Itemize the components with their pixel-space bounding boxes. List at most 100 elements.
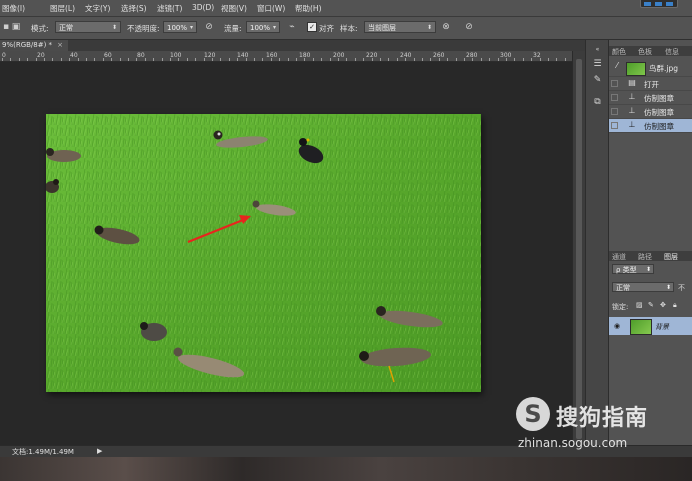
- ignore-adjustment-icon[interactable]: ⊗: [440, 21, 452, 33]
- brush-panel-icon[interactable]: ✎: [591, 74, 604, 86]
- document-tab-bar: 9%(RGB/8#) * ×: [0, 40, 585, 51]
- ruler-tick: [304, 58, 305, 61]
- lock-position-icon[interactable]: ✥: [660, 301, 666, 309]
- ruler-tick: [153, 58, 154, 61]
- ruler-label: 100: [170, 52, 182, 59]
- lock-brush-icon[interactable]: ✎: [648, 301, 654, 309]
- chevron-down-icon: ⬍: [645, 266, 651, 273]
- ruler-tick: [254, 58, 255, 61]
- history-checkbox[interactable]: [611, 122, 618, 129]
- pressure-opacity-icon[interactable]: ⊘: [203, 21, 215, 33]
- sogou-watermark: S 搜狗指南 zhinan.sogou.com: [514, 395, 686, 455]
- tab-info[interactable]: 信息: [665, 47, 679, 57]
- flow-input[interactable]: 100% ▾: [246, 21, 280, 33]
- ruler-tick: [86, 58, 87, 61]
- menu-item-window[interactable]: 窗口(W): [257, 3, 285, 14]
- snapshot-thumbnail: [626, 62, 646, 76]
- layer-row-background[interactable]: ◉ 背景: [609, 317, 692, 335]
- ruler-tick: [103, 58, 104, 61]
- pressure-size-icon[interactable]: ⊘: [463, 21, 475, 33]
- ruler-tick: [204, 58, 205, 61]
- opacity-input[interactable]: 100% ▾: [163, 21, 197, 33]
- history-item[interactable]: ▤ 打开: [609, 77, 692, 91]
- chevron-down-icon: ⬍: [665, 284, 671, 291]
- opacity-value: 100%: [167, 24, 188, 32]
- ruler-label: 40: [70, 52, 78, 59]
- canvas-area[interactable]: [0, 62, 572, 445]
- menu-item-filter[interactable]: 滤镜(T): [157, 3, 182, 14]
- right-panels: 颜色 色板 信息 ⁄ 鸟群.jpg ▤ 打开 ⊥ 仿制图章 ⊥ 仿制图章 ⊥ 仿…: [608, 40, 692, 445]
- tab-channels[interactable]: 通道: [612, 252, 626, 262]
- menu-item-view[interactable]: 视图(V): [221, 3, 247, 14]
- ruler-tick: [27, 58, 28, 61]
- ruler-tick: [338, 58, 339, 61]
- align-checkbox[interactable]: ✓: [307, 22, 317, 32]
- blend-mode-select[interactable]: 正常 ⬍: [612, 282, 674, 292]
- history-checkbox[interactable]: [611, 108, 618, 115]
- menu-item-layer[interactable]: 图层(L): [50, 3, 75, 14]
- stamp-icon: ⊥: [628, 120, 636, 129]
- ruler-tick: [514, 58, 515, 61]
- menu-item-type[interactable]: 文字(Y): [85, 3, 110, 14]
- collapse-icon[interactable]: «: [591, 44, 604, 56]
- tab-color[interactable]: 颜色: [612, 47, 626, 57]
- chevron-down-icon: ⬍: [111, 24, 117, 31]
- ruler-tick: [212, 58, 213, 61]
- tab-paths[interactable]: 路径: [638, 252, 652, 262]
- ruler-tick: [380, 58, 381, 61]
- menu-item-select[interactable]: 选择(S): [121, 3, 147, 14]
- ruler-tick: [523, 58, 524, 61]
- menu-item-3d[interactable]: 3D(D): [192, 3, 214, 12]
- tab-layers[interactable]: 图层: [664, 252, 678, 262]
- ruler-tick: [61, 58, 62, 61]
- airbrush-icon[interactable]: ⌁: [286, 21, 298, 33]
- watermark-brand: 搜狗指南: [556, 406, 649, 431]
- mini-bridge-widget[interactable]: [640, 0, 678, 8]
- scroll-thumb[interactable]: [576, 59, 582, 439]
- ruler-tick: [447, 58, 448, 61]
- ruler-tick: [111, 58, 112, 61]
- layer-filter-select[interactable]: ρ 类型 ⬍: [612, 264, 654, 274]
- history-panel-icon[interactable]: ☰: [591, 58, 604, 70]
- history-item[interactable]: ⊥ 仿制图章: [609, 105, 692, 119]
- eye-icon[interactable]: ◉: [614, 322, 620, 330]
- menu-item-help[interactable]: 帮助(H): [295, 3, 322, 14]
- history-snapshot[interactable]: ⁄ 鸟群.jpg: [609, 60, 692, 77]
- sample-label: 样本:: [340, 24, 358, 33]
- lock-all-icon[interactable]: 🔒︎: [673, 301, 677, 310]
- history-item-label: 仿制图章: [644, 94, 674, 103]
- history-item-selected[interactable]: ⊥ 仿制图章: [609, 119, 692, 133]
- document-tab-label: 9%(RGB/8#) *: [2, 41, 53, 49]
- tab-swatches[interactable]: 色板: [638, 47, 652, 57]
- mode-select[interactable]: 正常 ⬍: [55, 21, 121, 33]
- ruler-tick: [19, 58, 20, 61]
- clone-source-icon[interactable]: ▣: [10, 21, 22, 33]
- close-icon[interactable]: ×: [57, 41, 63, 49]
- clone-source-panel-icon[interactable]: ⧉: [591, 96, 604, 108]
- vertical-scrollbar[interactable]: [572, 51, 586, 445]
- history-checkbox[interactable]: [611, 80, 618, 87]
- ruler-tick: [565, 58, 566, 61]
- ruler-tick: [556, 58, 557, 61]
- status-menu-arrow-icon[interactable]: ▶: [97, 447, 102, 455]
- lock-pixels-icon[interactable]: ▨: [636, 301, 643, 309]
- mode-label: 模式:: [31, 24, 49, 33]
- ruler-tick: [439, 58, 440, 61]
- history-checkbox[interactable]: [611, 94, 618, 101]
- ruler-tick: [472, 58, 473, 61]
- photo-canvas[interactable]: [46, 114, 481, 392]
- ruler-tick: [178, 58, 179, 61]
- menu-item-image[interactable]: 图像(I): [2, 3, 25, 14]
- ruler-tick: [372, 58, 373, 61]
- document-tab[interactable]: 9%(RGB/8#) * ×: [0, 40, 68, 51]
- ruler-tick: [52, 58, 53, 61]
- sogou-logo-icon: S: [516, 397, 550, 431]
- ruler-tick: [288, 58, 289, 61]
- ruler-tick: [78, 58, 79, 61]
- lock-label: 锁定:: [612, 303, 629, 311]
- history-item[interactable]: ⊥ 仿制图章: [609, 91, 692, 105]
- blend-mode-value: 正常: [616, 284, 630, 292]
- flow-value: 100%: [250, 24, 271, 32]
- ruler-label: 120: [204, 52, 216, 59]
- sample-select[interactable]: 当前图层 ⬍: [364, 21, 436, 33]
